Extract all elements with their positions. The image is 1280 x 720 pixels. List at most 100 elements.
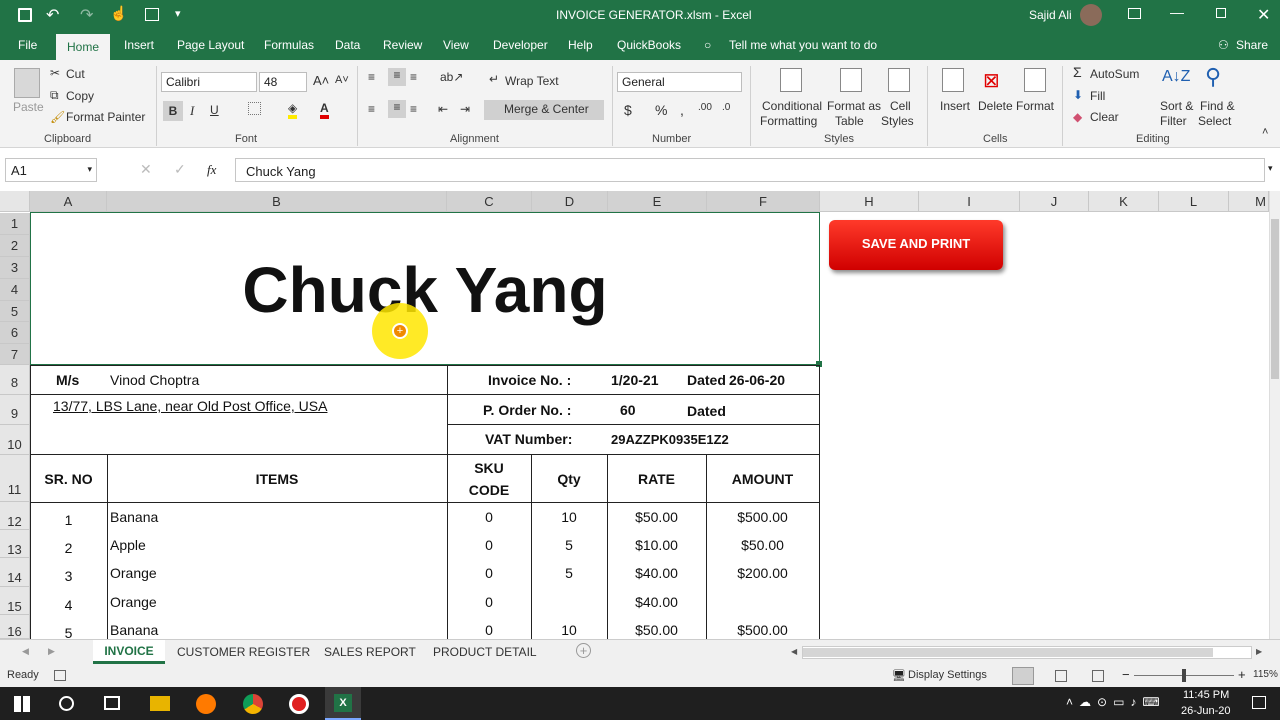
avatar[interactable] <box>1080 4 1102 26</box>
po-dated-label[interactable]: Dated <box>687 403 726 419</box>
format-cells-icon[interactable] <box>1024 68 1046 92</box>
format-as-table-label-1[interactable]: Format as <box>827 99 881 113</box>
merge-center-button[interactable]: Merge & Center <box>484 100 604 120</box>
shrink-font-icon[interactable]: A˅ <box>335 74 349 86</box>
align-left-icon[interactable]: ≡ <box>368 102 375 116</box>
confirm-entry-icon[interactable]: ✓ <box>174 161 186 178</box>
next-sheet-icon[interactable]: ▶ <box>48 646 55 657</box>
sort-filter-label-1[interactable]: Sort & <box>1160 99 1193 113</box>
currency-icon[interactable]: $ <box>624 102 632 118</box>
line-3-rate[interactable]: $40.00 <box>607 565 706 581</box>
po-value[interactable]: 60 <box>620 402 636 418</box>
header-rate[interactable]: RATE <box>607 471 706 487</box>
row-header-9[interactable]: 9 <box>0 395 30 425</box>
row-header-7[interactable]: 7 <box>0 344 30 365</box>
column-header-e[interactable]: E <box>608 191 707 212</box>
increase-decimal-icon[interactable]: .00 <box>698 102 712 113</box>
header-amount[interactable]: AMOUNT <box>706 471 819 487</box>
row-header-13[interactable]: 13 <box>0 530 30 558</box>
column-header-m[interactable]: M <box>1229 191 1269 212</box>
insert-cells-button[interactable]: Insert <box>940 99 970 113</box>
dated-value[interactable]: 26-06-20 <box>729 372 785 388</box>
row-header-3[interactable]: 3 <box>0 257 30 279</box>
invoice-no-value[interactable]: 1/20-21 <box>611 372 658 388</box>
wrap-text-button[interactable]: Wrap Text <box>505 74 559 88</box>
company-name[interactable]: Chuck Yang <box>30 253 820 327</box>
select-all-corner[interactable] <box>0 191 30 212</box>
insert-cells-icon[interactable] <box>942 68 964 92</box>
cell-styles-label-2[interactable]: Styles <box>881 114 914 128</box>
find-select-icon[interactable]: ⚲ <box>1205 64 1221 90</box>
horizontal-scroll-right-icon[interactable]: ▶ <box>1256 647 1262 656</box>
align-bottom-icon[interactable]: ≡ <box>410 70 417 84</box>
clear-button[interactable]: Clear <box>1090 110 1119 124</box>
delete-cells-button[interactable]: Delete <box>978 99 1013 113</box>
zoom-in-icon[interactable]: + <box>1238 667 1246 682</box>
sheet-tab-sales-report[interactable]: SALES REPORT <box>324 645 416 659</box>
header-sr-no[interactable]: SR. NO <box>30 471 107 487</box>
paste-icon[interactable] <box>14 68 40 98</box>
paste-button[interactable]: Paste <box>13 100 44 114</box>
bold-icon[interactable]: B <box>163 101 183 121</box>
orientation-icon[interactable]: ab↗ <box>440 70 463 84</box>
line-5-item[interactable]: Banana <box>110 622 158 638</box>
fill-icon[interactable]: ⬇ <box>1073 88 1083 102</box>
line-3-qty[interactable]: 5 <box>531 565 607 581</box>
normal-view-icon[interactable] <box>1012 667 1034 685</box>
redo-icon[interactable]: ↷ <box>80 5 93 25</box>
autosum-icon[interactable]: Σ <box>1073 64 1082 80</box>
zoom-slider-thumb[interactable] <box>1182 669 1186 682</box>
line-1-qty[interactable]: 10 <box>531 509 607 525</box>
row-header-15[interactable]: 15 <box>0 587 30 615</box>
row-header-6[interactable]: 6 <box>0 322 30 344</box>
line-2-qty[interactable]: 5 <box>531 537 607 553</box>
vat-label[interactable]: VAT Number: <box>485 431 572 447</box>
sort-filter-icon[interactable]: A↓Z <box>1162 68 1190 86</box>
font-name-dropdown[interactable]: Calibri <box>161 72 257 92</box>
line-2-rate[interactable]: $10.00 <box>607 537 706 553</box>
firefox-icon[interactable] <box>196 694 216 714</box>
zoom-out-icon[interactable]: − <box>1122 667 1130 682</box>
increase-indent-icon[interactable]: ⇥ <box>460 102 470 116</box>
cancel-entry-icon[interactable]: ✕ <box>140 161 152 178</box>
tab-developer[interactable]: Developer <box>493 38 548 52</box>
header-sku-1[interactable]: SKU <box>447 460 531 476</box>
format-painter-button[interactable]: Format Painter <box>66 110 145 124</box>
line-2-item[interactable]: Apple <box>110 537 146 553</box>
display-settings-icon[interactable]: 🖥 <box>892 669 906 682</box>
row-header-14[interactable]: 14 <box>0 558 30 587</box>
save-icon[interactable] <box>18 8 32 22</box>
expand-formula-icon[interactable]: ▾ <box>1268 163 1273 174</box>
form-icon[interactable] <box>145 8 159 21</box>
align-middle-icon[interactable]: ≡ <box>388 68 406 86</box>
decrease-decimal-icon[interactable]: .0 <box>722 102 730 113</box>
number-format-dropdown[interactable]: General <box>617 72 742 92</box>
conditional-formatting-label-1[interactable]: Conditional <box>762 99 822 113</box>
tab-quickbooks[interactable]: QuickBooks <box>617 38 681 52</box>
grow-font-icon[interactable]: A˄ <box>313 73 329 88</box>
line-5-amount[interactable]: $500.00 <box>706 622 819 638</box>
comma-icon[interactable]: , <box>680 102 684 118</box>
fill-button[interactable]: Fill <box>1090 89 1105 103</box>
formula-input[interactable]: Chuck Yang <box>235 158 1265 182</box>
windows-start-icon[interactable] <box>14 696 30 712</box>
sheet-tab-customer-register[interactable]: CUSTOMER REGISTER <box>177 645 310 659</box>
line-1-rate[interactable]: $50.00 <box>607 509 706 525</box>
page-layout-view-icon[interactable] <box>1055 670 1067 682</box>
line-5-rate[interactable]: $50.00 <box>607 622 706 638</box>
vertical-scrollbar[interactable] <box>1269 191 1280 639</box>
format-cells-button[interactable]: Format <box>1016 99 1054 113</box>
screen-recorder-icon[interactable] <box>289 694 309 714</box>
prev-sheet-icon[interactable]: ◀ <box>22 646 29 657</box>
invoice-no-label[interactable]: Invoice No. : <box>488 372 571 388</box>
share-button[interactable]: Share <box>1236 38 1268 52</box>
display-settings-button[interactable]: Display Settings <box>908 669 987 681</box>
percent-icon[interactable]: % <box>655 102 667 118</box>
autosum-button[interactable]: AutoSum <box>1090 67 1139 81</box>
clock-time[interactable]: 11:45 PM <box>1183 689 1229 701</box>
search-icon[interactable] <box>59 696 74 711</box>
italic-icon[interactable]: I <box>190 103 194 119</box>
align-top-icon[interactable]: ≡ <box>368 70 375 84</box>
line-3-amount[interactable]: $200.00 <box>706 565 819 581</box>
tab-data[interactable]: Data <box>335 38 360 52</box>
